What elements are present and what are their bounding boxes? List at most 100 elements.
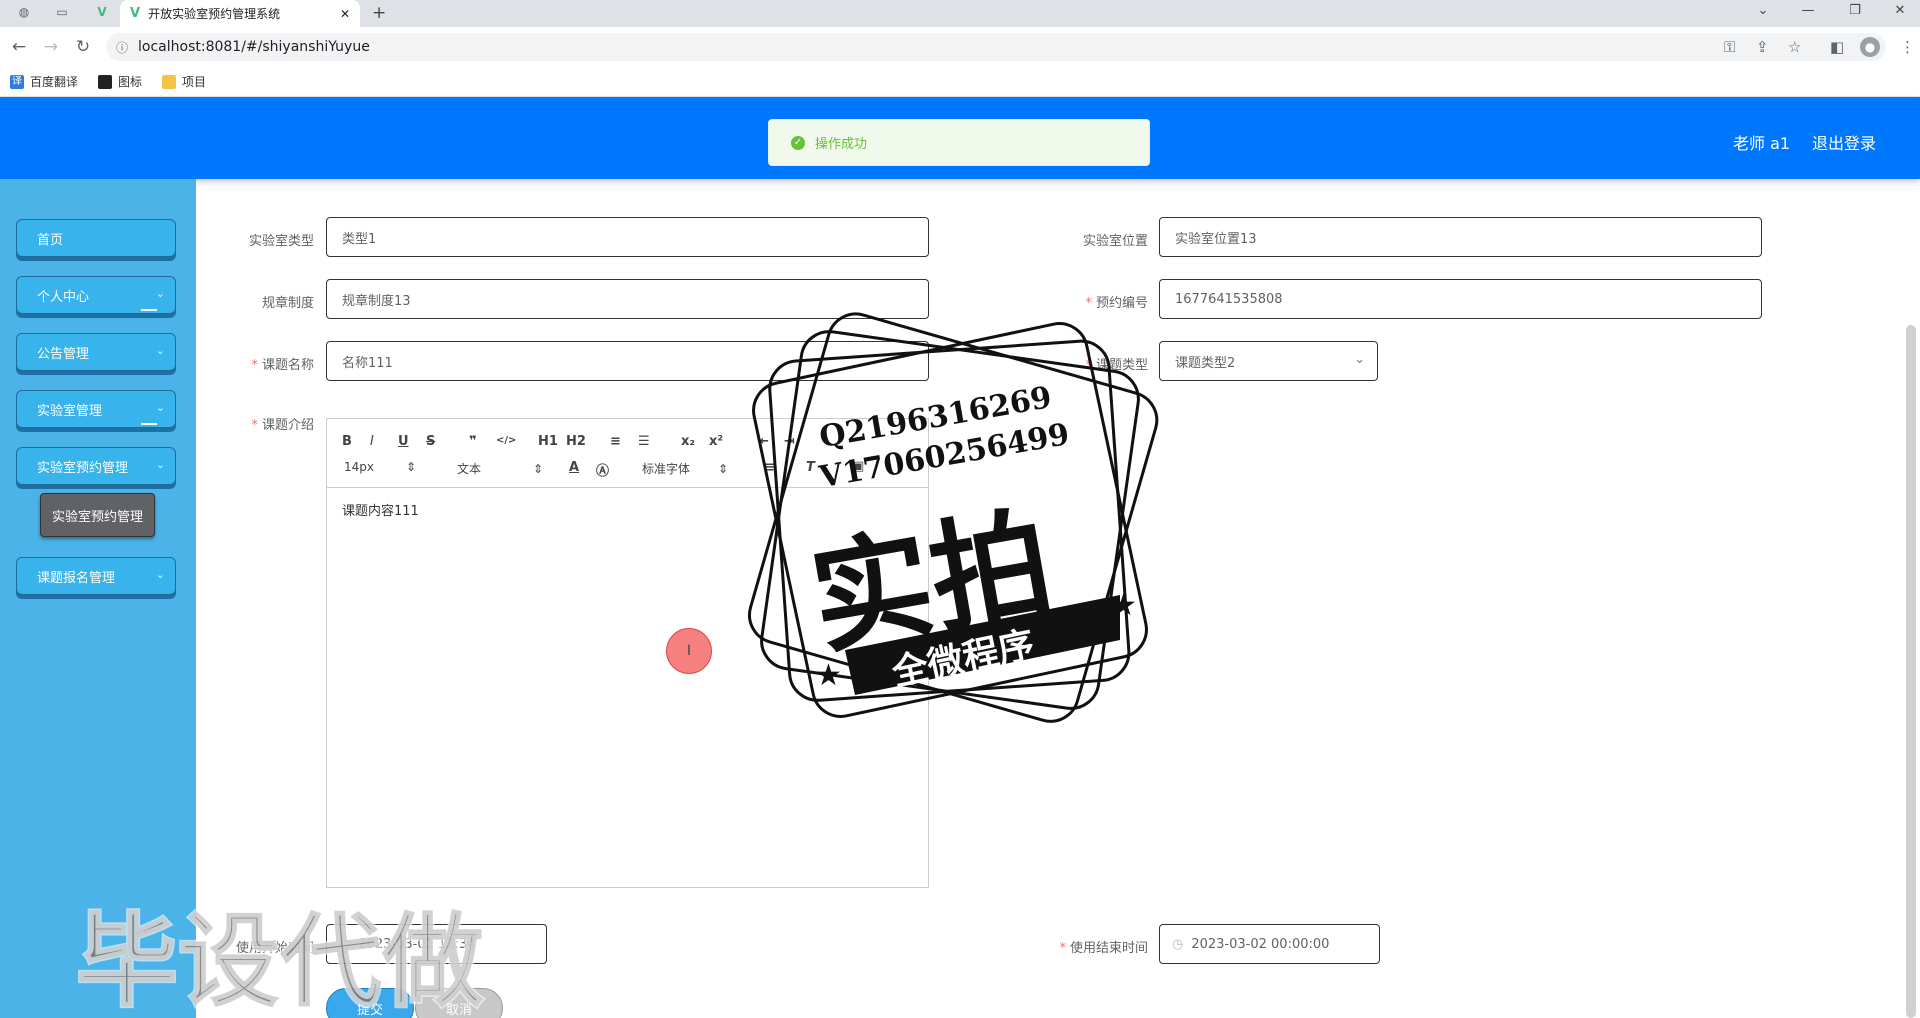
star-icon[interactable]: ☆ <box>1788 38 1801 56</box>
font-color-icon[interactable]: A <box>569 460 579 475</box>
bookmark-label: 项目 <box>182 75 207 89</box>
chevron-down-icon: ⌄ <box>155 458 165 471</box>
bullet-list-icon[interactable]: ☰ <box>638 434 650 449</box>
omnibox[interactable]: ⓘ localhost:8081/#/shiyanshiYuyue <box>106 33 1886 61</box>
info-icon[interactable]: ⓘ <box>116 39 128 56</box>
share-icon[interactable]: ⇪ <box>1756 38 1769 56</box>
subscript-icon[interactable]: x₂ <box>681 434 695 449</box>
minimize-icon[interactable]: — <box>1793 3 1823 18</box>
tab-search-icon[interactable]: ⌄ <box>1748 3 1778 18</box>
sidebar-item-label: 课题报名管理 <box>37 570 116 586</box>
vue-tab-icon[interactable]: V <box>92 5 112 21</box>
end-time-label-wrap: * 使用结束时间 <box>1028 937 1148 956</box>
active-tab[interactable]: V 开放实验室预约管理系统 ✕ <box>120 0 360 27</box>
font-size-select[interactable]: 14px ⇕ <box>344 460 416 474</box>
h2-icon[interactable]: H2 <box>566 434 586 449</box>
translate-icon: 译 <box>10 74 24 89</box>
lab-location-label: 实验室位置 <box>1082 234 1148 249</box>
end-time-picker[interactable]: ◷ 2023-03-02 00:00:00 <box>1159 924 1380 964</box>
chevron-down-icon: ⌄ <box>155 401 165 414</box>
profile-avatar-icon[interactable]: ● <box>1860 37 1880 57</box>
italic-icon[interactable]: I <box>370 434 374 449</box>
sidepanel-icon[interactable]: ◧ <box>1830 38 1844 56</box>
underline-decoration <box>141 423 157 425</box>
star-icon: ★ <box>815 658 842 693</box>
menu-dots-icon[interactable]: ⋮ <box>1900 38 1915 56</box>
rules-label: 规章制度 <box>261 296 314 311</box>
bold-icon[interactable]: B <box>342 434 352 449</box>
required-asterisk: * <box>1059 941 1066 956</box>
booking-no-input[interactable]: 1677641535808 <box>1159 279 1762 319</box>
chevron-down-icon: ⌄ <box>1354 352 1365 367</box>
new-tab-button[interactable]: + <box>372 3 386 23</box>
sidebar-item-topic-enrollment[interactable]: 课题报名管理 ⌄ <box>16 557 176 595</box>
underline-decoration <box>141 309 157 311</box>
mouse-cursor-indicator: I <box>666 628 712 674</box>
font-size-value: 14px <box>344 460 374 474</box>
end-time-value: 2023-03-02 00:00:00 <box>1191 936 1330 952</box>
back-icon[interactable]: ← <box>6 37 32 57</box>
sidebar-item-home[interactable]: 首页 <box>16 219 176 257</box>
watermark-bottom-left: 毕设代做 <box>75 902 486 1018</box>
forward-icon[interactable]: → <box>38 37 64 57</box>
globe-icon[interactable]: ◍ <box>14 5 34 21</box>
blank-tab-icon[interactable]: ▭ <box>52 5 72 21</box>
topic-name-label-wrap: * 课题名称 <box>194 354 314 373</box>
sidebar-item-personal-center[interactable]: 个人中心 ⌄ <box>16 276 176 314</box>
blockquote-icon[interactable]: ❞ <box>469 434 477 449</box>
sidebar-item-label: 实验室管理 <box>37 403 103 419</box>
font-family-value: 标准字体 <box>642 462 691 476</box>
restore-icon[interactable]: ❐ <box>1840 3 1870 18</box>
check-circle-icon: ✓ <box>791 135 805 150</box>
success-toast: ✓ 操作成功 <box>768 119 1150 166</box>
bookmarks-bar: 译 百度翻译 图标 项目 <box>0 67 1920 97</box>
header-select[interactable]: 文本 ⇕ <box>457 460 543 477</box>
font-family-select[interactable]: 标准字体 ⇕ <box>642 460 728 477</box>
bookmark-label: 图标 <box>118 75 143 89</box>
submenu-lab-booking[interactable]: 实验室预约管理 <box>40 493 155 537</box>
updown-icon: ⇕ <box>533 462 544 476</box>
chevron-down-icon: ⌄ <box>155 287 165 300</box>
lab-type-input[interactable]: 类型1 <box>326 217 929 257</box>
background-color-icon[interactable]: Ⓐ <box>596 460 609 479</box>
tab-title: 开放实验室预约管理系统 <box>148 7 281 21</box>
close-tab-icon[interactable]: ✕ <box>340 7 350 21</box>
end-time-label: 使用结束时间 <box>1069 941 1148 956</box>
sidebar-item-label: 实验室预约管理 <box>37 460 129 476</box>
bookmark-label: 百度翻译 <box>30 75 79 89</box>
code-icon[interactable]: </> <box>496 435 516 446</box>
image-icon <box>98 74 113 89</box>
required-asterisk: * <box>251 418 258 433</box>
required-asterisk: * <box>251 358 258 373</box>
chevron-down-icon: ⌄ <box>155 344 165 357</box>
bookmark-baidu-translate[interactable]: 译 百度翻译 <box>10 73 78 90</box>
sidebar-item-announcements[interactable]: 公告管理 ⌄ <box>16 333 176 371</box>
h1-icon[interactable]: H1 <box>538 434 558 449</box>
toast-message: 操作成功 <box>815 137 868 152</box>
key-icon[interactable]: ⚿ <box>1724 38 1735 56</box>
strike-icon[interactable]: S <box>426 434 435 449</box>
editor-content: 课题内容111 <box>342 504 419 519</box>
page-scrollbar[interactable] <box>1906 325 1916 1018</box>
lab-type-label: 实验室类型 <box>248 234 314 249</box>
lab-location-input[interactable]: 实验室位置13 <box>1159 217 1762 257</box>
vue-logo-icon: V <box>130 6 141 21</box>
reload-icon[interactable]: ↻ <box>70 37 96 57</box>
bookmark-icons[interactable]: 图标 <box>98 73 142 90</box>
ordered-list-icon[interactable]: ≡ <box>610 434 621 449</box>
sidebar-item-labs[interactable]: 实验室管理 ⌄ <box>16 390 176 428</box>
sidebar-item-label: 个人中心 <box>37 289 90 305</box>
close-window-icon[interactable]: ✕ <box>1885 3 1915 18</box>
bookmark-project[interactable]: 项目 <box>162 73 206 90</box>
browser-tab-strip: ◍ ▭ V V 开放实验室预约管理系统 ✕ + ⌄ — ❐ ✕ <box>0 0 1920 27</box>
sidebar-item-label: 首页 <box>37 232 64 248</box>
updown-icon: ⇕ <box>406 460 417 474</box>
current-user: 老师 a1 <box>1733 134 1791 153</box>
underline-icon[interactable]: U <box>398 434 409 449</box>
topic-name-label: 课题名称 <box>261 358 314 373</box>
sidebar-item-lab-booking[interactable]: 实验室预约管理 ⌄ <box>16 447 176 485</box>
folder-icon <box>162 74 177 89</box>
logout-link[interactable]: 退出登录 <box>1812 130 1876 154</box>
clock-icon: ◷ <box>1172 936 1184 952</box>
topic-intro-label-wrap: * 课题介绍 <box>194 414 314 433</box>
